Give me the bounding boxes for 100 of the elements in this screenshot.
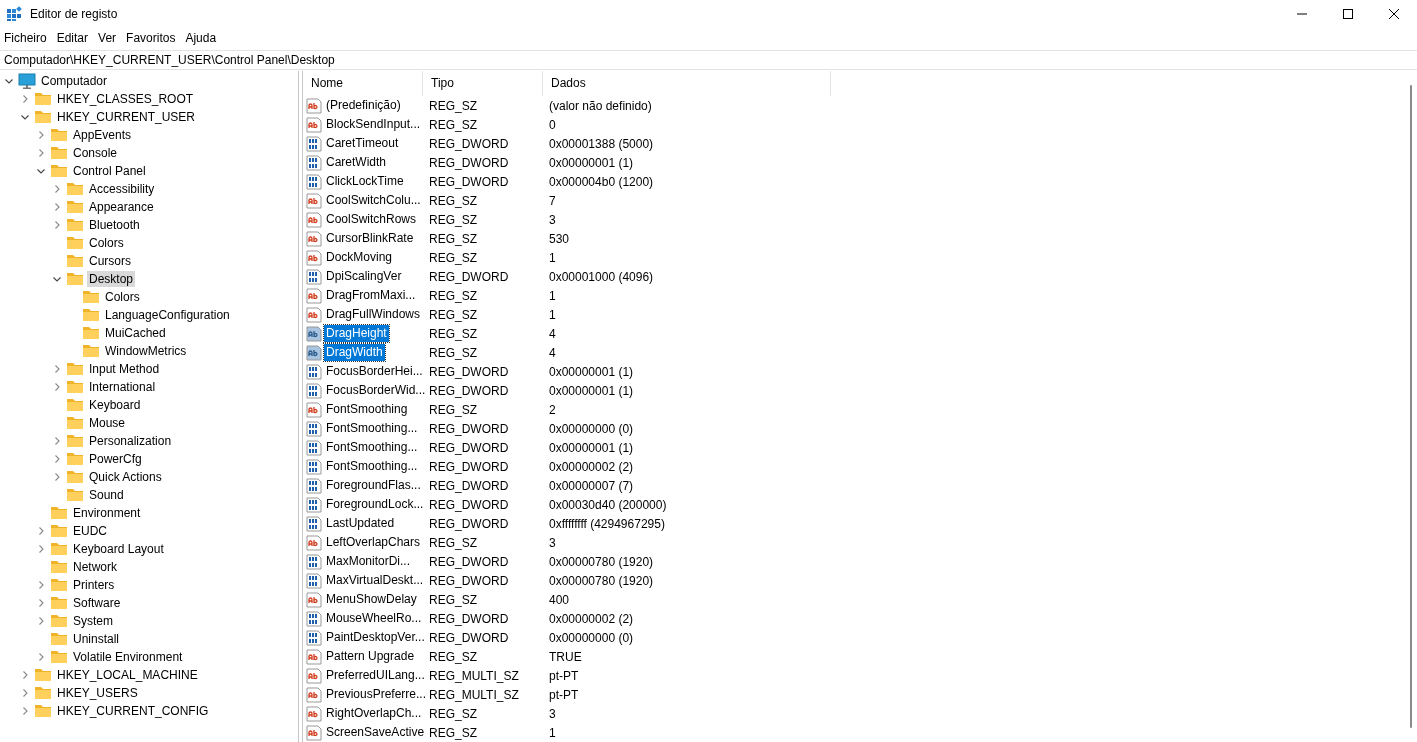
value-name[interactable]: PaintDesktopVer... — [324, 629, 427, 646]
value-name[interactable]: RightOverlapCh... — [324, 705, 424, 722]
value-name[interactable]: PreferredUILang... — [324, 667, 427, 684]
tree-item[interactable]: Desktop — [87, 271, 136, 287]
chevron-right-icon[interactable] — [52, 382, 62, 392]
tree-item[interactable]: Network — [71, 559, 119, 575]
chevron-right-icon[interactable] — [52, 202, 62, 212]
value-name[interactable]: Pattern Upgrade — [324, 648, 417, 665]
tree-item[interactable]: EUDC — [71, 523, 109, 539]
chevron-right-icon[interactable] — [52, 184, 62, 194]
tree-item[interactable]: Sound — [87, 487, 126, 503]
chevron-right-icon[interactable] — [52, 220, 62, 230]
value-name[interactable]: FontSmoothing — [324, 401, 410, 418]
value-name[interactable]: MenuShowDelay — [324, 591, 419, 608]
menu-item[interactable]: Editar — [56, 31, 95, 45]
column-header[interactable]: Dados — [543, 71, 831, 96]
tree-item[interactable]: Console — [71, 145, 120, 161]
tree-item[interactable]: International — [87, 379, 158, 395]
value-name[interactable]: LastUpdated — [324, 515, 397, 532]
chevron-right-icon[interactable] — [36, 652, 46, 662]
value-name[interactable]: DragHeight — [324, 325, 389, 342]
value-name[interactable]: ForegroundFlas... — [324, 477, 423, 494]
value-name[interactable]: DpiScalingVer — [324, 268, 404, 285]
chevron-right-icon[interactable] — [20, 670, 30, 680]
chevron-right-icon[interactable] — [36, 598, 46, 608]
value-name[interactable]: ForegroundLock... — [324, 496, 426, 513]
value-name[interactable]: LeftOverlapChars — [324, 534, 423, 551]
chevron-right-icon[interactable] — [36, 130, 46, 140]
value-name[interactable]: FontSmoothing... — [324, 420, 420, 437]
tree-item[interactable]: Control Panel — [71, 163, 148, 179]
tree-item[interactable]: HKEY_CURRENT_USER — [55, 109, 198, 125]
chevron-right-icon[interactable] — [20, 688, 30, 698]
chevron-down-icon[interactable] — [52, 274, 62, 284]
tree-item[interactable]: Appearance — [87, 199, 156, 215]
chevron-down-icon[interactable] — [4, 76, 14, 86]
value-name[interactable]: CoolSwitchRows — [324, 211, 419, 228]
menu-item[interactable]: Ficheiro — [4, 31, 53, 45]
value-name[interactable]: CaretTimeout — [324, 135, 401, 152]
value-name[interactable]: MouseWheelRo... — [324, 610, 424, 627]
value-name[interactable]: FontSmoothing... — [324, 458, 420, 475]
column-header[interactable]: Nome — [303, 71, 423, 96]
tree-item[interactable]: Input Method — [87, 361, 162, 377]
value-name[interactable]: DragWidth — [324, 344, 385, 361]
chevron-right-icon[interactable] — [36, 148, 46, 158]
tree-item[interactable]: Quick Actions — [87, 469, 164, 485]
tree-item[interactable]: AppEvents — [71, 127, 134, 143]
value-name[interactable]: (Predefinição) — [324, 97, 403, 114]
menu-item[interactable]: Ver — [98, 31, 123, 45]
tree-item[interactable]: HKEY_CURRENT_CONFIG — [55, 703, 211, 719]
value-name[interactable]: FocusBorderHei... — [324, 363, 425, 380]
tree-item[interactable]: Volatile Environment — [71, 649, 185, 665]
value-name[interactable]: DragFullWindows — [324, 306, 423, 323]
menu-item[interactable]: Favoritos — [126, 31, 182, 45]
chevron-down-icon[interactable] — [36, 166, 46, 176]
tree-item[interactable]: Colors — [103, 289, 142, 305]
menu-item[interactable]: Ajuda — [185, 31, 223, 45]
tree-item[interactable]: Colors — [87, 235, 126, 251]
tree-item[interactable]: Mouse — [87, 415, 128, 431]
value-name[interactable]: ScreenSaveActive — [324, 724, 427, 741]
tree-item[interactable]: Personalization — [87, 433, 174, 449]
tree-item[interactable]: Computador — [39, 73, 110, 89]
address-bar[interactable]: Computador\HKEY_CURRENT_USER\Control Panel\Desktop — [0, 50, 1417, 70]
tree-item[interactable]: Environment — [71, 505, 143, 521]
tree-item[interactable]: HKEY_CLASSES_ROOT — [55, 91, 196, 107]
tree-item[interactable]: Accessibility — [87, 181, 157, 197]
tree-item[interactable]: MuiCached — [103, 325, 168, 341]
chevron-down-icon[interactable] — [20, 112, 30, 122]
value-name[interactable]: CursorBlinkRate — [324, 230, 416, 247]
tree-item[interactable]: HKEY_USERS — [55, 685, 140, 701]
tree-item[interactable]: LanguageConfiguration — [103, 307, 232, 323]
value-name[interactable]: DragFromMaxi... — [324, 287, 418, 304]
maximize-icon[interactable] — [1342, 8, 1354, 20]
chevron-right-icon[interactable] — [36, 616, 46, 626]
column-header[interactable]: Tipo — [423, 71, 543, 96]
value-name[interactable]: CaretWidth — [324, 154, 389, 171]
chevron-right-icon[interactable] — [52, 454, 62, 464]
tree-item[interactable]: WindowMetrics — [103, 343, 189, 359]
tree-item[interactable]: Uninstall — [71, 631, 122, 647]
value-name[interactable]: MaxMonitorDi... — [324, 553, 413, 570]
tree-item[interactable]: Bluetooth — [87, 217, 142, 233]
value-name[interactable]: FocusBorderWid... — [324, 382, 428, 399]
chevron-right-icon[interactable] — [52, 364, 62, 374]
value-name[interactable]: DockMoving — [324, 249, 395, 266]
value-name[interactable]: CoolSwitchColu... — [324, 192, 423, 209]
chevron-right-icon[interactable] — [52, 472, 62, 482]
tree-item[interactable]: Printers — [71, 577, 117, 593]
value-name[interactable]: MaxVirtualDeskt... — [324, 572, 426, 589]
chevron-right-icon[interactable] — [36, 580, 46, 590]
value-name[interactable]: FontSmoothing... — [324, 439, 420, 456]
tree-item[interactable]: HKEY_LOCAL_MACHINE — [55, 667, 200, 683]
value-name[interactable]: BlockSendInput... — [324, 116, 423, 133]
tree-item[interactable]: PowerCfg — [87, 451, 144, 467]
chevron-right-icon[interactable] — [52, 436, 62, 446]
chevron-right-icon[interactable] — [20, 706, 30, 716]
tree-item[interactable]: Software — [71, 595, 123, 611]
close-icon[interactable] — [1388, 8, 1400, 20]
value-name[interactable]: PreviousPreferre... — [324, 686, 429, 703]
chevron-right-icon[interactable] — [20, 94, 30, 104]
tree-item[interactable]: Cursors — [87, 253, 133, 269]
tree-item[interactable]: System — [71, 613, 115, 629]
